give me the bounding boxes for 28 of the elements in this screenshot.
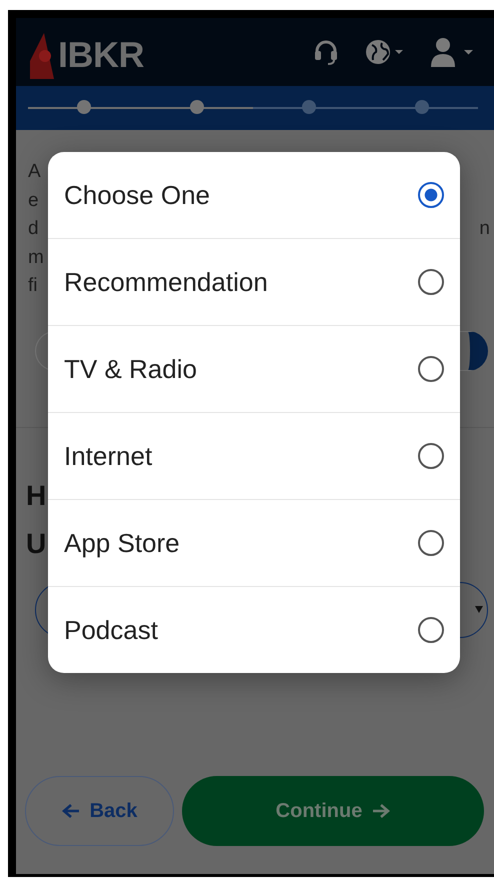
logo-icon	[28, 31, 54, 79]
headset-icon[interactable]	[312, 38, 340, 66]
radio-button[interactable]	[418, 356, 444, 382]
paragraph-fragment: d	[28, 217, 39, 241]
option-item[interactable]: Recommendation	[48, 238, 460, 325]
option-item[interactable]: Choose One	[48, 152, 460, 238]
paragraph-fragment: fi	[28, 274, 38, 298]
paragraph-fragment: e	[28, 188, 39, 212]
arrow-left-icon	[62, 803, 80, 819]
paragraph-fragment: A	[28, 160, 41, 184]
option-item[interactable]: TV & Radio	[48, 325, 460, 412]
logo-text: IBKR	[58, 34, 144, 76]
radio-button[interactable]	[418, 530, 444, 556]
arrow-right-icon	[372, 803, 390, 819]
radio-button[interactable]	[418, 443, 444, 469]
heading-fragment: H	[26, 478, 46, 512]
option-item[interactable]: App Store	[48, 499, 460, 586]
option-item[interactable]: Internet	[48, 412, 460, 499]
radio-button[interactable]	[418, 269, 444, 295]
globe-icon[interactable]	[364, 38, 406, 66]
radio-button[interactable]	[418, 182, 444, 208]
option-item[interactable]: Podcast	[48, 586, 460, 673]
user-icon[interactable]	[430, 37, 476, 67]
paragraph-fragment: m	[28, 246, 44, 270]
radio-button[interactable]	[418, 617, 444, 643]
caret-icon	[475, 606, 483, 613]
heading-fragment: U	[26, 526, 46, 560]
paragraph-fragment: n	[479, 217, 490, 241]
